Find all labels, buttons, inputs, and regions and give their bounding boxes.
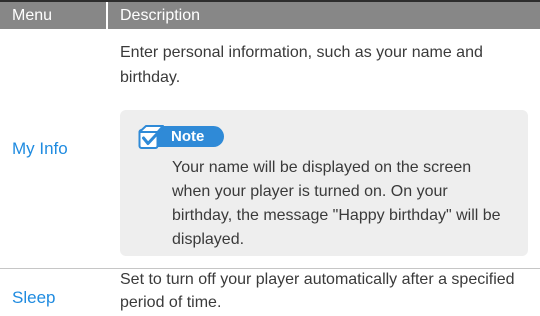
header-menu: Menu bbox=[0, 2, 106, 29]
note-checkbox-icon bbox=[138, 125, 164, 149]
note-text: Your name will be displayed on the scree… bbox=[172, 159, 501, 248]
row-description: Set to turn off your player automaticall… bbox=[120, 271, 515, 311]
table-row: My Info Enter personal information, such… bbox=[0, 29, 540, 268]
note-box: Note Your name will be displayed on the … bbox=[120, 110, 528, 256]
table-header: Menu Description bbox=[0, 2, 540, 29]
row-description: Enter personal information, such as your… bbox=[120, 44, 483, 86]
note-label: Note bbox=[155, 126, 225, 147]
menu-item-sleep[interactable]: Sleep bbox=[12, 288, 55, 308]
table-row: Sleep Set to turn off your player automa… bbox=[0, 269, 540, 316]
header-description: Description bbox=[108, 2, 540, 29]
menu-item-my-info[interactable]: My Info bbox=[12, 139, 68, 159]
